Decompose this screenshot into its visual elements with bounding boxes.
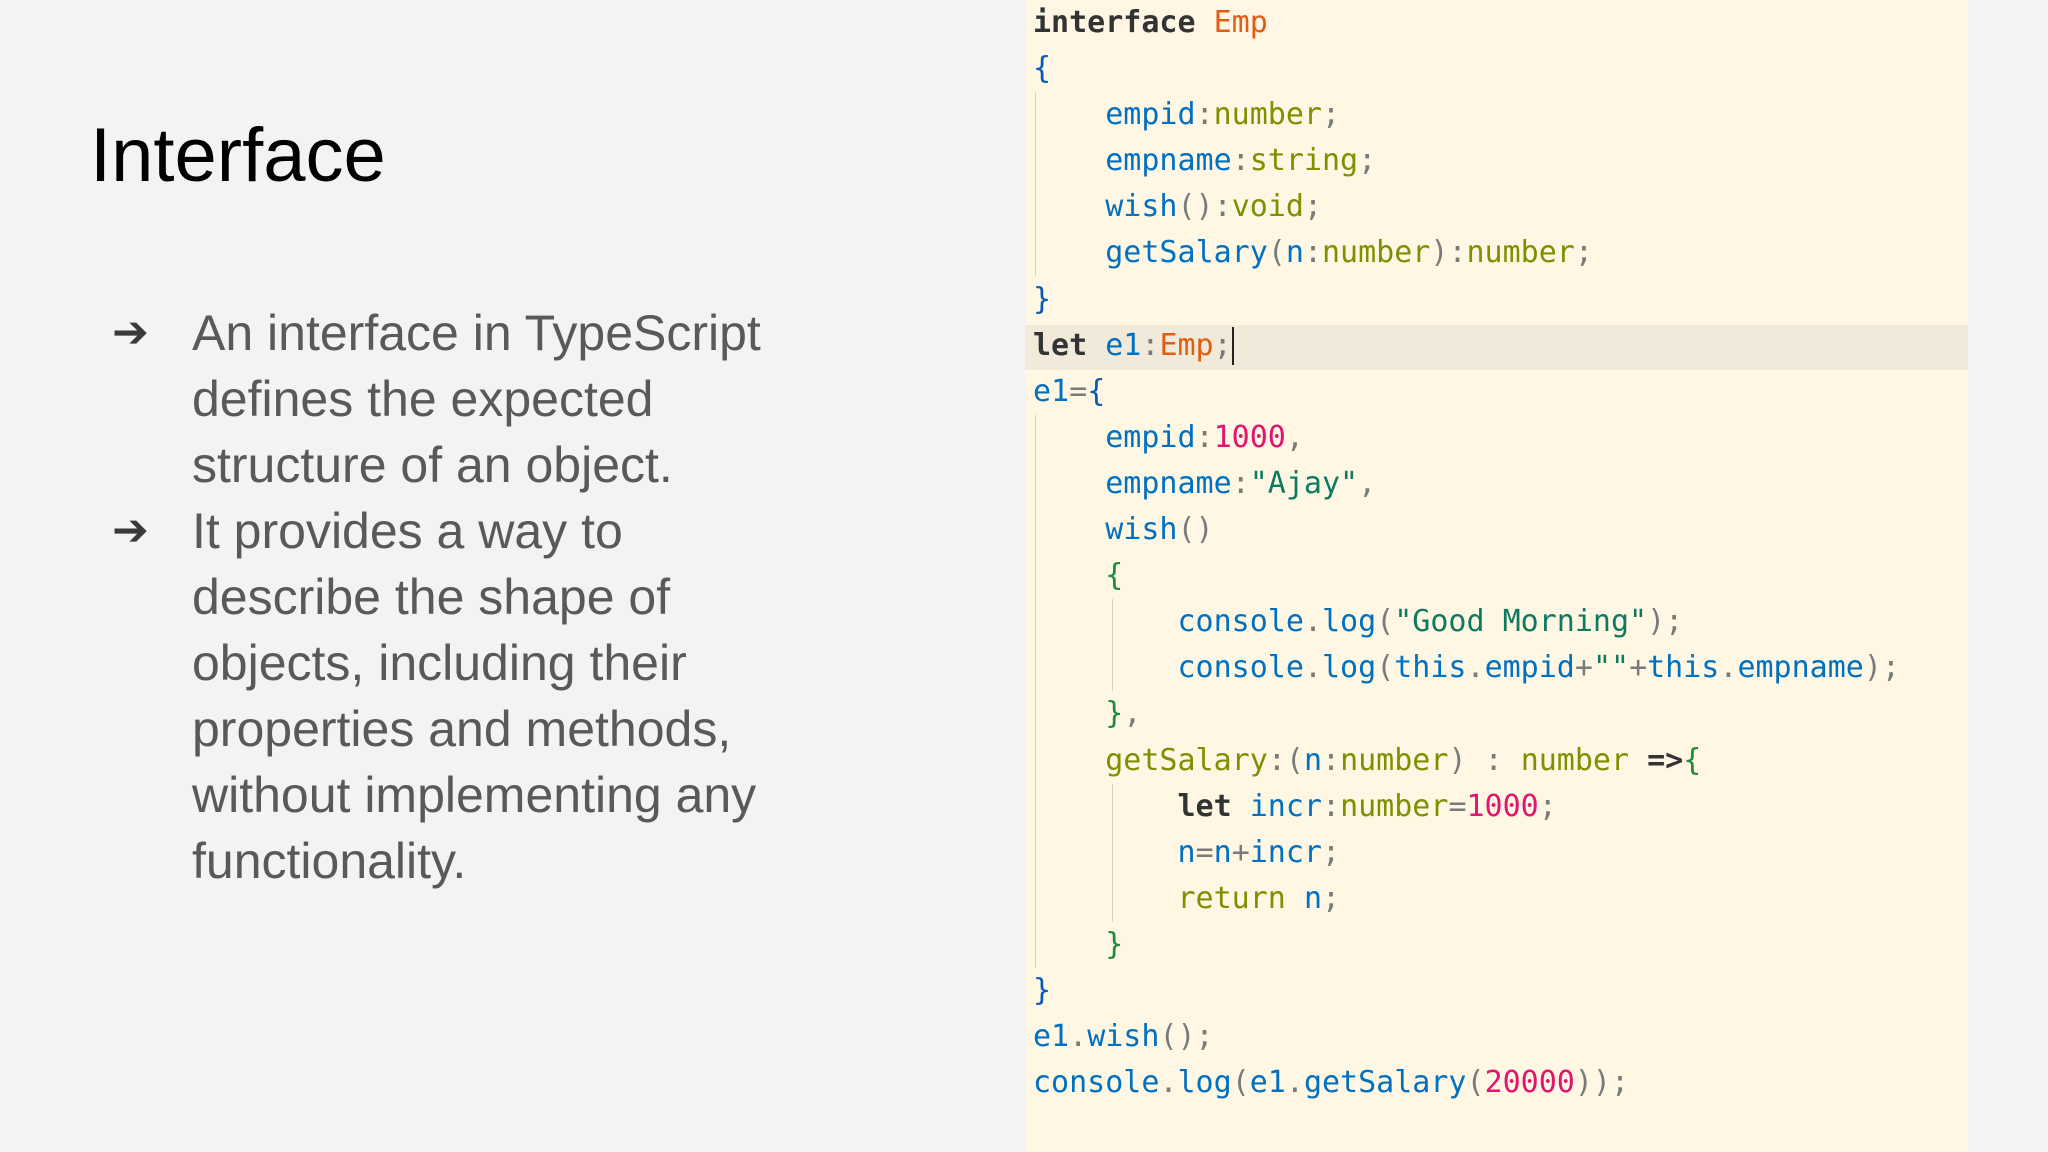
code-line: empid:1000,	[1105, 419, 1304, 455]
code-line: }	[1033, 972, 1052, 1008]
code-line: let incr:number=1000;	[1177, 788, 1557, 824]
code-line: e1.wish();	[1033, 1019, 1214, 1055]
code-line: {	[1033, 46, 1900, 92]
code-line: }	[1105, 926, 1124, 962]
bullet-line: objects, including their	[192, 635, 687, 691]
code-token: Emp	[1213, 5, 1268, 40]
code-line: e1={	[1033, 373, 1106, 409]
bullet-line: It provides a way to	[192, 503, 623, 559]
code-block[interactable]: interface Emp { empid:number; empname:st…	[1033, 0, 1900, 1106]
bullet-item: ➔ It provides a way to describe the shap…	[112, 498, 832, 894]
code-line: getSalary:(n:number) : number =>{	[1105, 742, 1702, 778]
code-line: },	[1105, 696, 1142, 732]
code-token: {	[1033, 51, 1052, 87]
bullet-line: describe the shape of	[192, 569, 671, 625]
bullet-line: properties and methods,	[192, 701, 732, 757]
code-line: empname:"Ajay",	[1105, 465, 1377, 501]
bullet-list: ➔ An interface in TypeScript defines the…	[112, 300, 832, 894]
code-token: interface	[1033, 5, 1196, 40]
arrow-icon: ➔	[112, 505, 149, 556]
code-line: return n;	[1177, 880, 1341, 916]
bullet-line: functionality.	[192, 833, 467, 889]
bullet-item: ➔ An interface in TypeScript defines the…	[112, 300, 832, 498]
bullet-line: without implementing any	[192, 767, 757, 823]
slide-title: Interface	[90, 113, 386, 198]
code-line: console.log(e1.getSalary(20000));	[1033, 1065, 1630, 1101]
code-line: wish():void;	[1105, 189, 1322, 225]
code-line-highlighted[interactable]: let e1:Emp;	[1033, 323, 1900, 369]
arrow-icon: ➔	[112, 307, 149, 358]
slide: Interface ➔ An interface in TypeScript d…	[0, 0, 2048, 1152]
code-line: interface Emp	[1033, 0, 1900, 46]
code-line: }	[1033, 281, 1052, 317]
code-line: wish()	[1105, 512, 1214, 548]
code-line: getSalary(n:number):number;	[1105, 235, 1593, 271]
text-cursor	[1231, 327, 1234, 366]
code-line: console.log(this.empid+""+this.empname);	[1177, 650, 1901, 686]
code-line: {	[1105, 558, 1124, 594]
code-line: console.log("Good Morning");	[1177, 604, 1684, 640]
bullet-line: defines the expected	[192, 371, 654, 427]
code-line: empname:string;	[1105, 143, 1377, 179]
code-line: n=n+incr;	[1177, 834, 1341, 870]
bullet-line: structure of an object.	[192, 437, 673, 493]
bullet-line: An interface in TypeScript	[192, 305, 761, 361]
code-line: empid:number;	[1105, 97, 1341, 133]
code-editor-panel[interactable]: interface Emp { empid:number; empname:st…	[1025, 0, 1968, 1152]
